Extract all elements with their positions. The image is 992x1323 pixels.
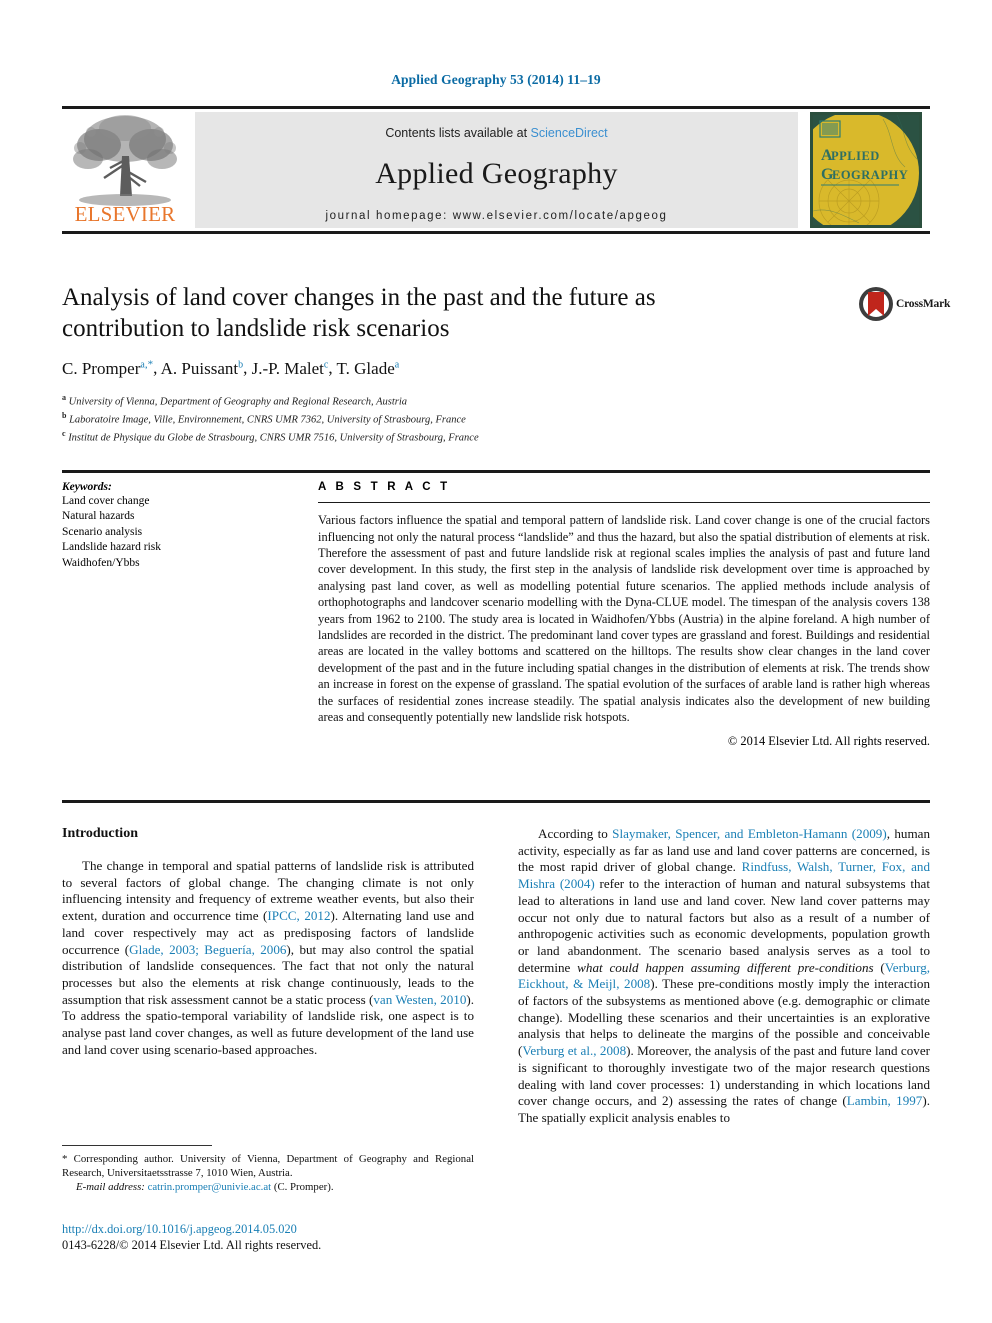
sciencedirect-link[interactable]: ScienceDirect <box>531 126 608 140</box>
masthead-top-rule <box>62 106 930 109</box>
body-text: ( <box>873 959 885 975</box>
keywords-block: Keywords: Land cover change Natural haza… <box>62 473 318 750</box>
author-item: A. Puissantb <box>160 358 244 378</box>
citation-link[interactable]: IPCC, 2012 <box>267 908 330 923</box>
masthead-center-panel: Contents lists available at ScienceDirec… <box>195 112 798 228</box>
contents-prefix: Contents lists available at <box>385 126 528 140</box>
email-link[interactable]: catrin.promper@univie.ac.at <box>148 1181 272 1193</box>
elsevier-logo: ELSEVIER <box>66 112 184 228</box>
affiliation-item: b Laboratoire Image, Ville, Environnemen… <box>62 410 466 426</box>
footnote-block: * Corresponding author. University of Vi… <box>62 1145 474 1195</box>
email-note: E-mail address: catrin.promper@univie.ac… <box>62 1181 474 1195</box>
emphasis-text: what could happen assuming different pre… <box>577 959 874 975</box>
author-item: J.-P. Maletc <box>251 358 329 378</box>
svg-text:PPLIED: PPLIED <box>831 149 880 163</box>
journal-title: Applied Geography <box>375 157 618 190</box>
author-item: T. Gladea <box>336 358 400 378</box>
keyword-item: Waidhofen/Ybbs <box>62 556 140 569</box>
abstract-info-area: Keywords: Land cover change Natural haza… <box>62 470 930 749</box>
footnote-rule <box>62 1145 212 1146</box>
issn-copyright: 0143-6228/© 2014 Elsevier Ltd. All right… <box>62 1238 322 1252</box>
contents-available-line: Contents lists available at ScienceDirec… <box>195 126 798 140</box>
citation-link[interactable]: van Westen, 2010 <box>373 992 466 1007</box>
keyword-item: Land cover change <box>62 494 150 507</box>
svg-text:EOGRAPHY: EOGRAPHY <box>832 168 908 182</box>
crossmark-label: CrossMark <box>896 298 951 310</box>
elsevier-wordmark: ELSEVIER <box>74 202 176 226</box>
intro-paragraph-right: According to Slaymaker, Spencer, and Emb… <box>518 826 930 1127</box>
elsevier-tree-icon <box>73 115 177 206</box>
imprint-block: http://dx.doi.org/10.1016/j.apgeog.2014.… <box>62 1221 532 1253</box>
email-owner: (C. Promper). <box>273 1181 334 1194</box>
abstract-heading: A B S T R A C T <box>318 480 451 493</box>
citation-link[interactable]: Slaymaker, Spencer, and Embleton-Hamann … <box>612 826 887 841</box>
doi-link[interactable]: http://dx.doi.org/10.1016/j.apgeog.2014.… <box>62 1221 532 1237</box>
citation-link[interactable]: Glade, 2003; Beguería, 2006 <box>129 942 286 957</box>
abstract-rule <box>318 501 930 504</box>
email-label: E-mail address: <box>76 1181 145 1194</box>
keyword-item: Scenario analysis <box>62 525 143 538</box>
info-bottom-rule <box>62 800 930 803</box>
body-text: According to <box>538 826 613 841</box>
keywords-list: Land cover change Natural hazards Scenar… <box>62 494 300 572</box>
intro-paragraph-left: The change in temporal and spatial patte… <box>62 858 474 1058</box>
journal-cover-thumbnail: A PPLIED G EOGRAPHY <box>810 112 922 228</box>
keyword-item: Landslide hazard risk <box>62 541 161 553</box>
abstract-block: A B S T R A C T Various factors influenc… <box>318 473 930 750</box>
affiliation-item: c Institut de Physique du Globe de Stras… <box>62 428 479 444</box>
journal-masthead: ELSEVIER Contents lists available at Sci… <box>62 106 930 234</box>
masthead-bottom-rule <box>62 231 930 234</box>
journal-cover-artwork: A PPLIED G EOGRAPHY <box>813 115 919 225</box>
citation-link[interactable]: Verburg et al., 2008 <box>522 1043 626 1058</box>
corresponding-author-note: * Corresponding author. University of Vi… <box>62 1153 474 1179</box>
author-affiliation-mark: a <box>394 359 400 370</box>
abstract-text: Various factors influence the spatial an… <box>318 513 930 724</box>
affiliation-item: a University of Vienna, Department of Ge… <box>62 392 407 408</box>
article-page: Applied Geography 53 (2014) 11–19 ELSEVI… <box>0 0 992 1323</box>
crossmark-icon <box>859 287 893 321</box>
crossmark-badge[interactable]: CrossMark <box>858 286 950 326</box>
page-title: Analysis of land cover changes in the pa… <box>62 284 656 342</box>
body-column-right: According to Slaymaker, Spencer, and Emb… <box>518 826 930 1226</box>
title-block: Analysis of land cover changes in the pa… <box>62 282 852 445</box>
author-list: C. Prompera,*, A. Puissantb, J.-P. Malet… <box>62 358 400 378</box>
journal-homepage[interactable]: journal homepage: www.elsevier.com/locat… <box>195 210 798 222</box>
affiliation-list: a University of Vienna, Department of Ge… <box>62 391 852 445</box>
abstract-copyright: © 2014 Elsevier Ltd. All rights reserved… <box>727 734 930 749</box>
citation-link[interactable]: Lambin, 1997 <box>847 1093 923 1108</box>
author-item: C. Prompera,* <box>62 358 154 378</box>
keyword-item: Natural hazards <box>62 510 135 522</box>
keywords-heading: Keywords: <box>62 480 112 493</box>
corresponding-author-mark: ,* <box>144 358 154 370</box>
section-heading-introduction: Introduction <box>62 826 138 841</box>
running-head: Applied Geography 53 (2014) 11–19 <box>391 72 601 87</box>
